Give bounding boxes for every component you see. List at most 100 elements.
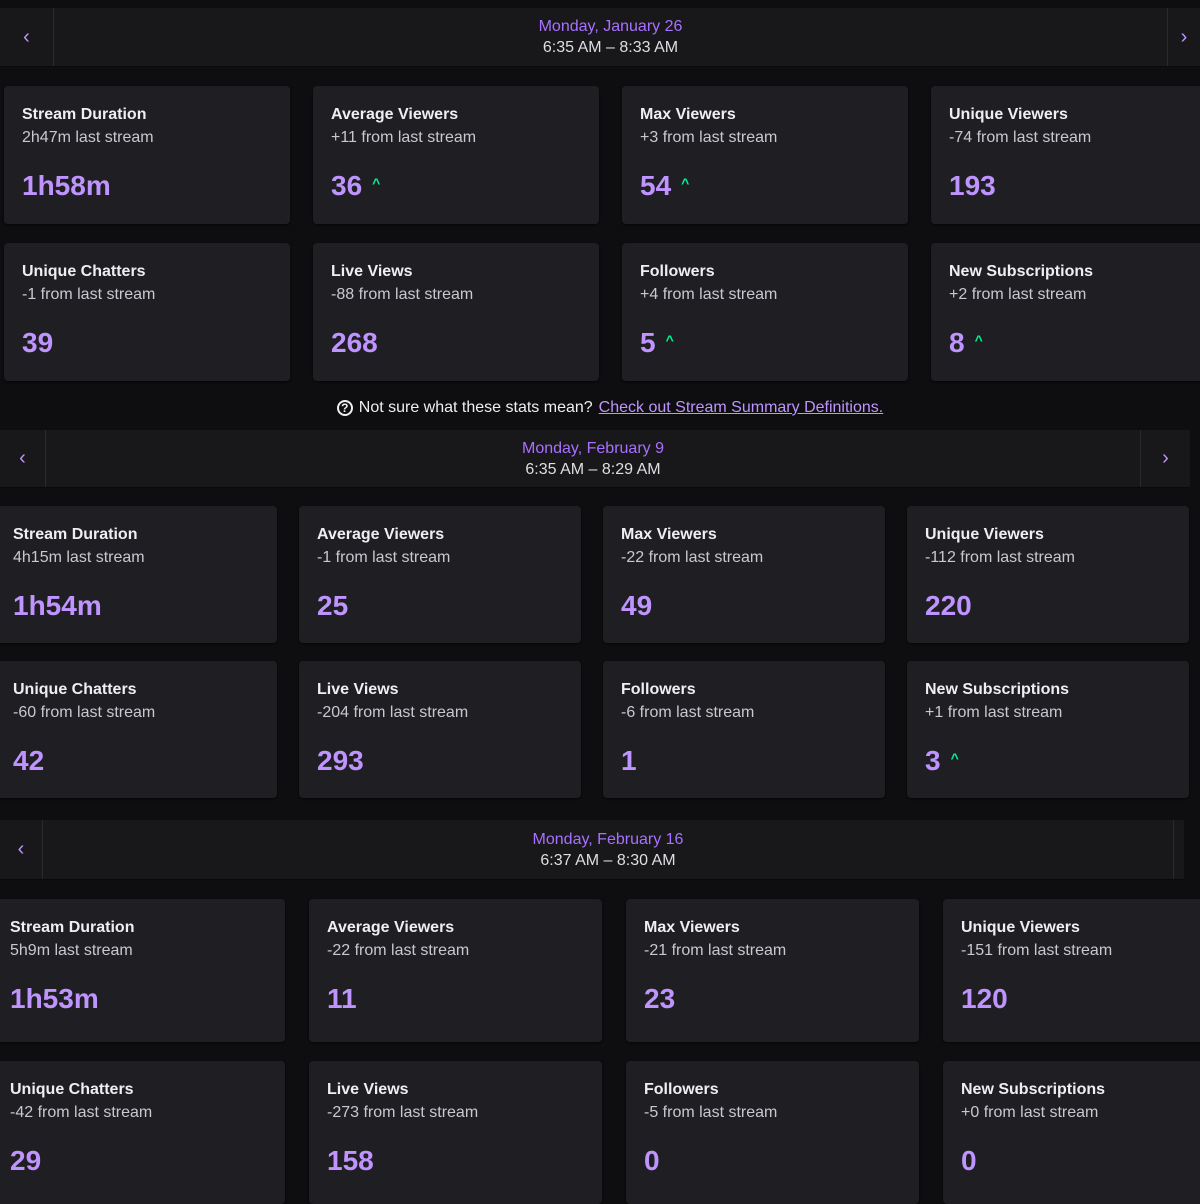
stat-value: 193	[949, 170, 996, 201]
stat-title: Followers	[621, 681, 696, 698]
stream-summary-feb-16: ‹ Monday, February 16 6:37 AM – 8:30 AM …	[0, 820, 1200, 1204]
stat-title: Stream Duration	[10, 919, 135, 936]
question-circle-icon: ?	[336, 400, 353, 416]
stat-title: Max Viewers	[644, 919, 740, 936]
stat-card-new-subscriptions: New Subscriptions +0 from last stream 0	[943, 1061, 1200, 1204]
stat-title: Max Viewers	[640, 106, 736, 123]
stat-delta: -112 from last stream	[925, 549, 1075, 566]
stat-value-row: 1	[621, 745, 637, 777]
stat-title: Unique Viewers	[961, 919, 1080, 936]
stat-card-followers: Followers +4 from last stream 5 ^	[622, 243, 908, 381]
stat-value: 42	[13, 745, 45, 776]
stat-value: 49	[621, 590, 653, 621]
stat-delta: +3 from last stream	[640, 129, 778, 146]
stat-card-average-viewers: Average Viewers -1 from last stream 25	[299, 506, 581, 643]
stat-value: 120	[961, 983, 1008, 1014]
stat-delta: -204 from last stream	[317, 704, 469, 721]
stat-title: New Subscriptions	[961, 1081, 1106, 1098]
stats-help: ? Not sure what these stats mean? Check …	[0, 399, 1200, 417]
stat-title: New Subscriptions	[949, 263, 1094, 280]
stat-value: 39	[22, 327, 54, 358]
stat-delta: 4h15m last stream	[13, 549, 145, 566]
stat-card-max-viewers: Max Viewers -21 from last stream 23	[626, 899, 919, 1042]
stat-value: 0	[644, 1145, 660, 1176]
stat-card-stream-duration: Stream Duration 2h47m last stream 1h58m	[4, 86, 290, 224]
stream-summary-feb-9: ‹ Monday, February 9 6:35 AM – 8:29 AM ›…	[0, 430, 1200, 800]
stat-title: Stream Duration	[13, 526, 138, 543]
chevron-right-icon: ›	[1162, 447, 1169, 469]
stat-value-row: 1h54m	[13, 590, 102, 622]
stat-value-row: 23	[644, 983, 675, 1015]
stat-title: Average Viewers	[331, 106, 459, 123]
stat-value-row: 29	[10, 1145, 41, 1177]
stat-card-unique-viewers: Unique Viewers -74 from last stream 193	[931, 86, 1200, 224]
stat-value: 25	[317, 590, 349, 621]
stat-delta: +2 from last stream	[949, 286, 1087, 303]
previous-stream-button[interactable]: ‹	[0, 8, 54, 66]
stat-value: 1h54m	[13, 590, 102, 621]
previous-stream-button[interactable]: ‹	[0, 430, 46, 487]
stat-value: 158	[327, 1145, 374, 1176]
stat-card-followers: Followers -5 from last stream 0	[626, 1061, 919, 1204]
stat-value-row: 193	[949, 170, 996, 202]
stream-date-header: ‹ Monday, February 9 6:35 AM – 8:29 AM ›	[0, 430, 1190, 488]
stat-value-row: 3 ^	[925, 745, 959, 777]
stat-value-row: 11	[327, 983, 357, 1015]
arrow-up-icon: ^	[950, 750, 959, 766]
stat-value: 1	[621, 745, 637, 776]
stat-card-unique-chatters: Unique Chatters -42 from last stream 29	[0, 1061, 285, 1204]
stat-card-stream-duration: Stream Duration 5h9m last stream 1h53m	[0, 899, 285, 1042]
stat-card-unique-viewers: Unique Viewers -112 from last stream 220	[907, 506, 1189, 643]
stat-value: 1h58m	[22, 170, 111, 201]
stat-value: 268	[331, 327, 378, 358]
stream-time-range: 6:35 AM – 8:33 AM	[542, 39, 679, 56]
stat-value-row: 5 ^	[640, 327, 674, 359]
next-stream-button[interactable]: ›	[1167, 8, 1200, 66]
next-stream-button[interactable]: ›	[1140, 430, 1190, 487]
stat-value: 293	[317, 745, 364, 776]
previous-stream-button[interactable]: ‹	[0, 820, 43, 879]
chevron-left-icon: ‹	[17, 838, 25, 860]
stream-date-header: ‹ Monday, January 26 6:35 AM – 8:33 AM ›	[0, 8, 1200, 67]
stat-delta: 5h9m last stream	[10, 942, 133, 959]
arrow-up-icon: ^	[372, 175, 381, 191]
stat-delta: 2h47m last stream	[22, 129, 154, 146]
stat-title: Stream Duration	[22, 106, 147, 123]
stream-date: Monday, January 26	[538, 18, 683, 35]
stat-value-row: 0	[961, 1145, 977, 1177]
stat-value-row: 158	[327, 1145, 374, 1177]
next-stream-button[interactable]	[1173, 820, 1184, 879]
stat-card-unique-chatters: Unique Chatters -1 from last stream 39	[4, 243, 290, 381]
stat-value: 23	[644, 983, 676, 1014]
stat-value-row: 8 ^	[949, 327, 983, 359]
stat-delta: -22 from last stream	[621, 549, 764, 566]
stat-card-stream-duration: Stream Duration 4h15m last stream 1h54m	[0, 506, 277, 643]
stat-value: 36	[331, 170, 363, 201]
stat-title: Unique Chatters	[22, 263, 146, 280]
stat-card-new-subscriptions: New Subscriptions +1 from last stream 3 ^	[907, 661, 1189, 798]
stat-title: Average Viewers	[327, 919, 455, 936]
stat-value: 0	[961, 1145, 977, 1176]
stat-value-row: 54 ^	[640, 170, 689, 202]
stream-summary-jan-26: ‹ Monday, January 26 6:35 AM – 8:33 AM ›…	[0, 8, 1200, 388]
stat-card-max-viewers: Max Viewers +3 from last stream 54 ^	[622, 86, 908, 224]
chevron-right-icon: ›	[1180, 25, 1188, 48]
stat-card-average-viewers: Average Viewers +11 from last stream 36 ^	[313, 86, 599, 224]
stat-delta: +4 from last stream	[640, 286, 778, 303]
stat-value: 8	[949, 327, 965, 358]
stream-summary-definitions-link[interactable]: Check out Stream Summary Definitions.	[599, 399, 884, 417]
stat-delta: -22 from last stream	[327, 942, 470, 959]
stat-value-row: 1h53m	[10, 983, 99, 1015]
stream-time-range: 6:35 AM – 8:29 AM	[525, 460, 661, 478]
stream-date-header: ‹ Monday, February 16 6:37 AM – 8:30 AM	[0, 820, 1184, 880]
stat-title: Average Viewers	[317, 526, 445, 543]
chevron-left-icon: ‹	[23, 25, 30, 48]
stat-delta: -42 from last stream	[10, 1104, 153, 1121]
arrow-up-icon: ^	[681, 175, 690, 191]
stat-title: Unique Chatters	[13, 681, 137, 698]
stat-card-unique-chatters: Unique Chatters -60 from last stream 42	[0, 661, 277, 798]
stat-value-row: 42	[13, 745, 44, 777]
stat-delta: -151 from last stream	[961, 942, 1113, 959]
stat-card-live-views: Live Views -204 from last stream 293	[299, 661, 581, 798]
stat-value-row: 25	[317, 590, 348, 622]
